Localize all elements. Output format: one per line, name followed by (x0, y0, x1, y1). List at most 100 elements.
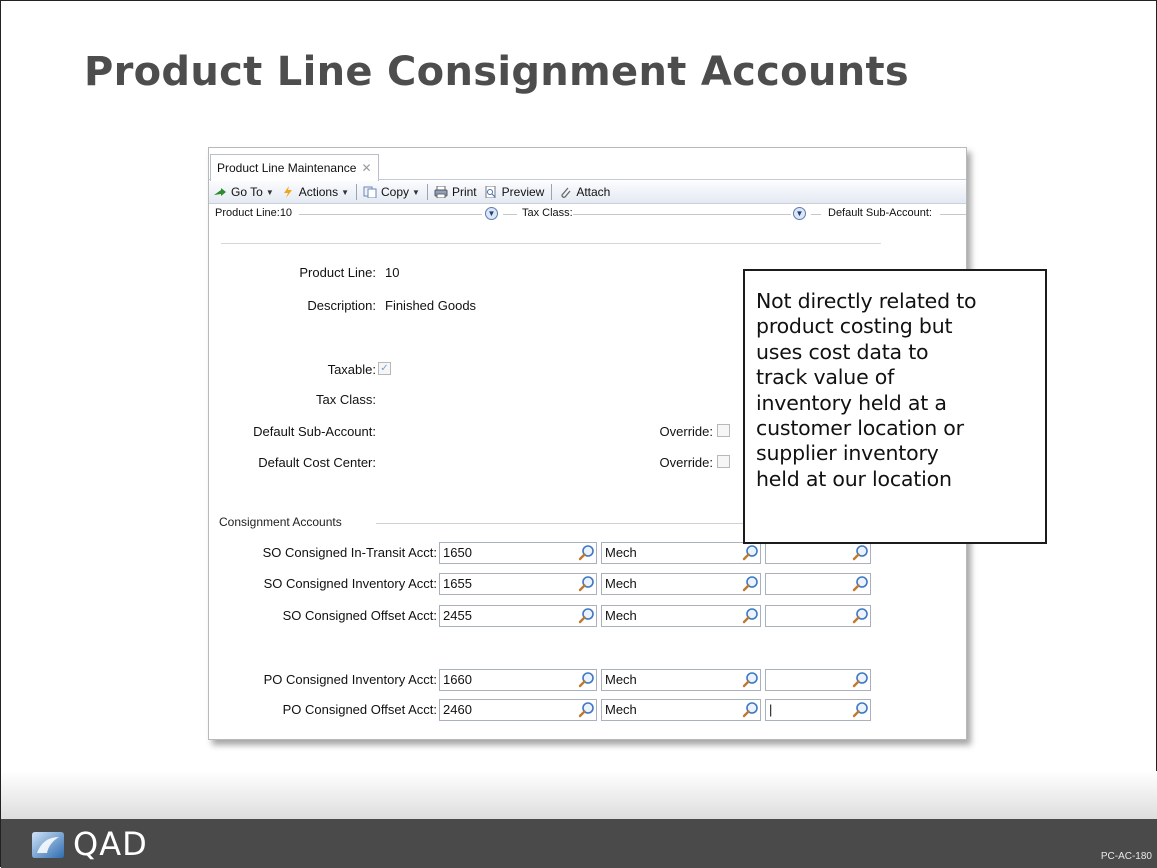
sub-account-field[interactable]: Mech (601, 573, 761, 595)
print-label: Print (451, 185, 477, 199)
cost-center-lookup-icon[interactable] (852, 671, 869, 688)
attach-button[interactable]: Attach (558, 185, 610, 199)
toolbar: Go To ▼ Actions ▼ Copy ▼ Print Preview A… (209, 181, 966, 204)
callout-line: held at our location (756, 466, 952, 491)
account-lookup-icon[interactable] (578, 671, 595, 688)
actions-button[interactable]: Actions ▼ (281, 185, 349, 199)
preview-icon (485, 186, 496, 198)
qad-logo: QAD (31, 825, 148, 863)
consignment-row-label: PO Consigned Offset Acct: (282, 702, 437, 717)
sub-account-lookup-icon[interactable] (742, 544, 759, 561)
account-lookup-icon[interactable] (578, 544, 595, 561)
cost-center-lookup-icon[interactable] (852, 607, 869, 624)
consignment-row-label: SO Consigned In-Transit Acct: (262, 545, 437, 560)
summary-divider (299, 214, 482, 215)
summary-product-line: Product Line:10 (215, 207, 293, 219)
default-cost-center-label: Default Cost Center: (258, 455, 376, 470)
toolbar-divider (551, 184, 553, 200)
summary-divider (503, 214, 517, 215)
expand-tax-class-button[interactable]: ▼ (793, 207, 806, 220)
slide-code: PC-AC-180 (1100, 851, 1152, 862)
chevron-down-icon: ▼ (265, 187, 274, 197)
slide-title: Product Line Consignment Accounts (84, 49, 910, 95)
copy-label: Copy (381, 185, 410, 199)
actions-label: Actions (298, 185, 339, 199)
sub-account-override-checkbox[interactable] (717, 424, 730, 437)
printer-icon (434, 186, 448, 198)
summary-tax-class: Tax Class: (522, 207, 573, 219)
default-sub-account-label: Default Sub-Account: (253, 424, 376, 439)
callout-line: customer location or (756, 416, 964, 441)
cost-center-override-checkbox[interactable] (717, 455, 730, 468)
summary-default-sub-account: Default Sub-Account: (828, 207, 932, 219)
account-field[interactable]: 2460 (439, 699, 597, 721)
consignment-group-divider (376, 523, 796, 524)
callout-line: Not directly related to (756, 289, 977, 313)
account-lookup-icon[interactable] (578, 701, 595, 718)
summary-divider (573, 214, 791, 215)
paperclip-icon (561, 187, 571, 198)
copy-button[interactable]: Copy ▼ (363, 185, 420, 199)
toolbar-divider (426, 184, 428, 200)
copy-icon (363, 186, 377, 198)
sub-account-lookup-icon[interactable] (742, 607, 759, 624)
header-separator (221, 243, 881, 244)
sub-account-lookup-icon[interactable] (742, 575, 759, 592)
chevron-down-icon: ▼ (412, 187, 420, 197)
attach-label: Attach (576, 185, 611, 199)
chevron-down-icon: ▼ (341, 187, 350, 197)
consignment-accounts-title: Consignment Accounts (219, 515, 342, 529)
close-icon[interactable]: ✕ (361, 155, 371, 181)
consignment-row-label: PO Consigned Inventory Acct: (263, 672, 437, 687)
tab-label: Product Line Maintenance (217, 161, 357, 175)
tab-product-line-maintenance[interactable]: Product Line Maintenance ✕ (210, 154, 379, 181)
consignment-row-label: SO Consigned Inventory Acct: (263, 576, 437, 591)
callout-line: product costing but (756, 314, 953, 339)
tax-class-label: Tax Class: (316, 392, 376, 407)
summary-divider (940, 214, 966, 215)
callout-line: inventory held at a (756, 390, 947, 415)
description-label: Description: (307, 298, 376, 313)
account-lookup-icon[interactable] (578, 575, 595, 592)
account-field[interactable]: 1660 (439, 669, 597, 691)
lightning-icon (283, 186, 292, 198)
cost-center-lookup-icon[interactable] (852, 544, 869, 561)
goto-label: Go To (231, 185, 263, 199)
callout-line: track value of (756, 365, 895, 390)
description-value: Finished Goods (385, 298, 477, 313)
sub-account-override-label: Override: (659, 424, 713, 439)
callout-line: supplier inventory (756, 441, 939, 466)
cost-center-override-label: Override: (659, 455, 713, 470)
summary-divider (811, 214, 821, 215)
sub-account-lookup-icon[interactable] (742, 701, 759, 718)
taxable-checkbox[interactable]: ✓ (378, 362, 391, 375)
preview-label: Preview (501, 185, 545, 199)
product-line-value: 10 (385, 265, 400, 280)
consignment-row-label: SO Consigned Offset Acct: (282, 608, 437, 623)
footer-bar: QAD PC-AC-180 (1, 819, 1157, 868)
cost-center-lookup-icon[interactable] (852, 701, 869, 718)
goto-button[interactable]: Go To ▼ (213, 185, 274, 199)
sub-account-field[interactable]: Mech (601, 605, 761, 627)
cost-center-lookup-icon[interactable] (852, 575, 869, 592)
summary-bar: Product Line:10 ▼ Tax Class: ▼ Default S… (209, 205, 966, 222)
product-line-label: Product Line: (299, 265, 376, 280)
print-button[interactable]: Print (434, 185, 477, 199)
sub-account-field[interactable]: Mech (601, 699, 761, 721)
toolbar-divider (356, 184, 358, 200)
preview-button[interactable]: Preview (484, 185, 545, 199)
sub-account-field[interactable]: Mech (601, 542, 761, 564)
account-field[interactable]: 2455 (439, 605, 597, 627)
tab-bar: Product Line Maintenance ✕ (209, 148, 966, 181)
expand-product-line-button[interactable]: ▼ (485, 207, 498, 220)
qad-logo-text: QAD (73, 825, 148, 863)
account-lookup-icon[interactable] (578, 607, 595, 624)
sub-account-field[interactable]: Mech (601, 669, 761, 691)
slide: Product Line Consignment Accounts Produc… (0, 0, 1157, 868)
callout-line: uses cost data to (756, 339, 929, 364)
goto-arrow-icon (214, 188, 226, 196)
account-field[interactable]: 1650 (439, 542, 597, 564)
sub-account-lookup-icon[interactable] (742, 671, 759, 688)
callout-note: Not directly related to product costing … (743, 269, 1047, 544)
account-field[interactable]: 1655 (439, 573, 597, 595)
